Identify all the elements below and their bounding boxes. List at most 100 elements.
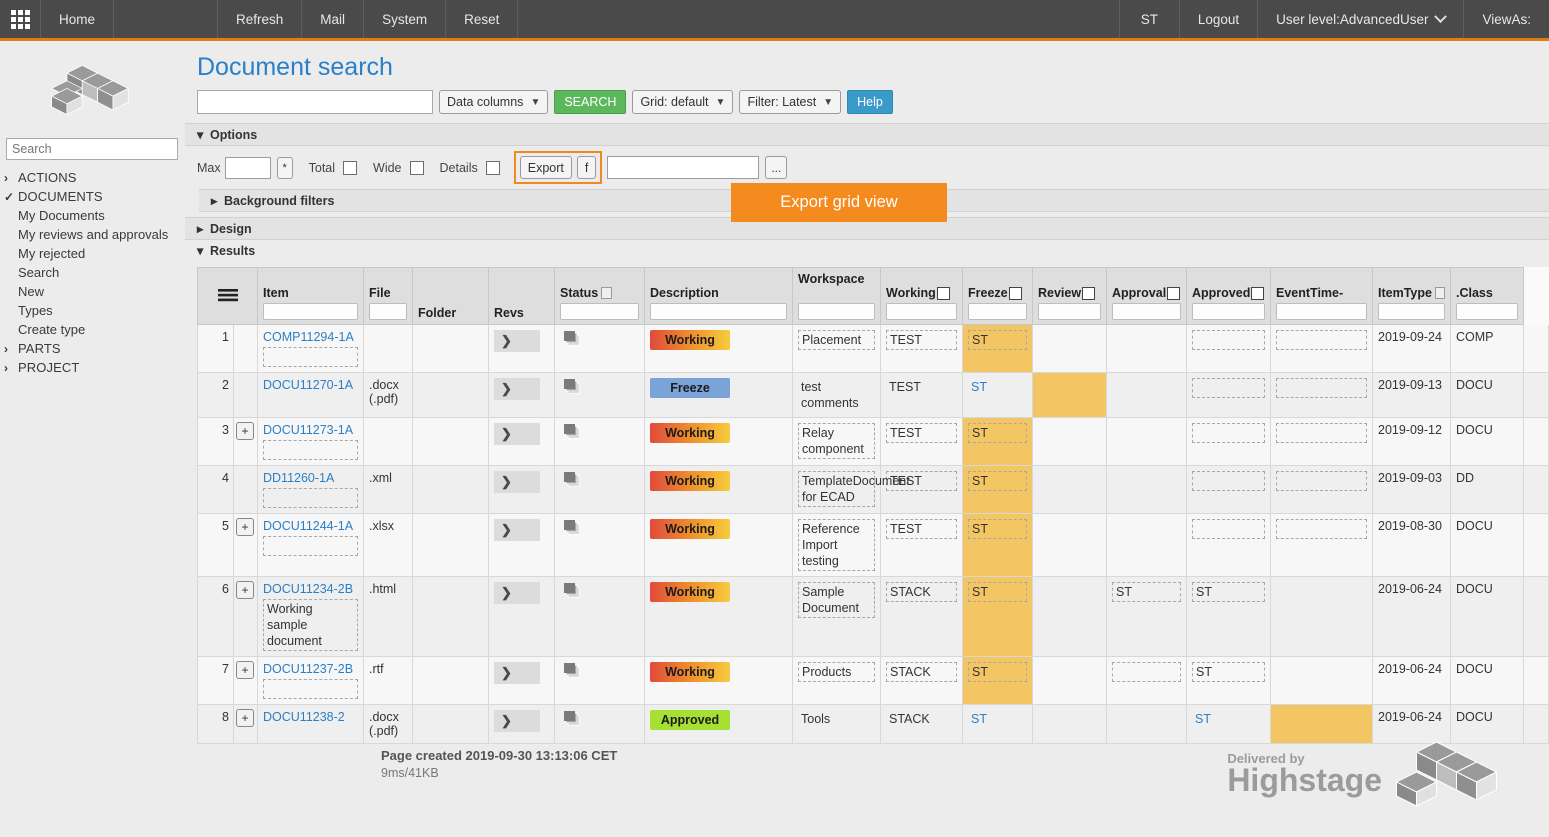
column-filter-itemtype[interactable]	[1378, 303, 1445, 320]
cell-approval[interactable]	[1186, 417, 1271, 466]
cell-revs[interactable]: ❯	[488, 576, 555, 657]
row-expand-cell[interactable]: +	[233, 576, 258, 657]
cell-working[interactable]: ST	[962, 656, 1033, 705]
column-header-working[interactable]: Working	[880, 267, 963, 325]
column-filter-approval[interactable]	[1112, 303, 1181, 320]
expand-row-button[interactable]: +	[236, 518, 254, 536]
cell-freeze[interactable]	[1032, 576, 1107, 657]
user-level-dropdown[interactable]: User level:AdvancedUser	[1258, 0, 1465, 38]
row-expand-cell[interactable]	[233, 372, 258, 418]
apps-grid-icon[interactable]	[0, 0, 41, 38]
item-link[interactable]: DD11260-1A	[263, 471, 358, 485]
revisions-stack-icon[interactable]	[563, 330, 583, 348]
column-filter-freeze[interactable]	[968, 303, 1027, 320]
item-link[interactable]: DOCU11273-1A	[263, 423, 358, 437]
status-expand-icon[interactable]	[601, 287, 613, 299]
approval-checkbox[interactable]	[1167, 286, 1181, 300]
section-options[interactable]: ▾ Options	[185, 123, 1549, 146]
column-filter-workspace[interactable]	[798, 303, 875, 320]
cell-review[interactable]	[1106, 465, 1187, 514]
cell-approved[interactable]	[1270, 576, 1373, 657]
cell-revs-icon[interactable]	[554, 417, 645, 466]
cell-item[interactable]: COMP11294-1A	[257, 324, 364, 373]
cell-file[interactable]	[363, 417, 413, 466]
cell-working[interactable]: ST	[962, 576, 1033, 657]
cell-workspace[interactable]: STACK	[880, 656, 963, 705]
cell-approval[interactable]	[1186, 372, 1271, 418]
nav-home[interactable]: Home	[41, 0, 115, 38]
export-format-button[interactable]: f	[576, 156, 597, 179]
sidebar-item-create-type[interactable]: Create type	[0, 320, 185, 339]
section-results[interactable]: ▾ Results	[185, 240, 1549, 261]
cell-approved[interactable]	[1270, 513, 1373, 577]
cell-item[interactable]: DOCU11237-2B	[257, 656, 364, 705]
cell-description[interactable]: Relay component	[792, 417, 881, 466]
column-header-freeze[interactable]: Freeze	[962, 267, 1033, 325]
cell-working[interactable]: ST	[962, 513, 1033, 577]
cell-review[interactable]	[1106, 513, 1187, 577]
cell-revs[interactable]: ❯	[488, 417, 555, 466]
cell-revs-icon[interactable]	[554, 372, 645, 418]
sidebar-item-search[interactable]: Search	[0, 263, 185, 282]
cell-revs[interactable]: ❯	[488, 324, 555, 373]
user-initials[interactable]: ST	[1120, 0, 1180, 38]
column-header-workspace[interactable]: Workspace	[792, 267, 881, 325]
column-filter-description[interactable]	[650, 303, 787, 320]
cell-file[interactable]: .xlsx	[363, 513, 413, 577]
folder-expand-button[interactable]: ❯	[494, 662, 540, 684]
cell-approval[interactable]: ST	[1186, 656, 1271, 705]
cell-revs[interactable]: ❯	[488, 513, 555, 577]
working-checkbox[interactable]	[936, 286, 950, 300]
cell-approved[interactable]	[1270, 324, 1373, 373]
export-filename-input[interactable]	[607, 156, 760, 179]
folder-expand-button[interactable]: ❯	[494, 582, 540, 604]
max-input[interactable]	[224, 156, 271, 179]
sidebar-item-my-documents[interactable]: My Documents	[0, 206, 185, 225]
folder-expand-button[interactable]: ❯	[494, 378, 540, 400]
column-header-approval[interactable]: Approval	[1106, 267, 1187, 325]
sidebar-item-my-reviews-and-approvals[interactable]: My reviews and approvals	[0, 225, 185, 244]
cell-revs-icon[interactable]	[554, 656, 645, 705]
revisions-stack-icon[interactable]	[563, 519, 583, 537]
column-header-itemtype[interactable]: ItemType	[1372, 267, 1451, 325]
column-filter-approved[interactable]	[1192, 303, 1265, 320]
row-expand-cell[interactable]	[233, 465, 258, 514]
column-header-folder[interactable]: Folder	[412, 267, 489, 325]
column-header-file[interactable]: File	[363, 267, 413, 325]
row-expand-cell[interactable]: +	[233, 656, 258, 705]
cell-approval[interactable]: ST	[1186, 576, 1271, 657]
revisions-stack-icon[interactable]	[563, 471, 583, 489]
cell-workspace[interactable]: STACK	[880, 576, 963, 657]
table-row[interactable]: 4 DD11260-1A .xml ❯ Working TemplateDocument…	[197, 465, 1549, 514]
item-link[interactable]: DOCU11270-1A	[263, 378, 358, 392]
cell-file[interactable]: .html	[363, 576, 413, 657]
folder-expand-button[interactable]: ❯	[494, 423, 540, 445]
cell-approved[interactable]	[1270, 465, 1373, 514]
cell-freeze[interactable]	[1032, 465, 1107, 514]
cell-approved[interactable]	[1270, 656, 1373, 705]
sidebar-group-actions[interactable]: › ACTIONS	[0, 168, 185, 187]
details-checkbox-group[interactable]: Details	[440, 160, 500, 175]
table-row[interactable]: 5 + DOCU11244-1A .xlsx ❯ Working Reference Im…	[197, 513, 1549, 577]
cell-revs[interactable]: ❯	[488, 372, 555, 418]
item-link[interactable]: DOCU11244-1A	[263, 519, 358, 533]
cell-freeze[interactable]	[1032, 417, 1107, 466]
column-filter-working[interactable]	[886, 303, 957, 320]
revisions-stack-icon[interactable]	[563, 378, 583, 396]
column-header-eventtime[interactable]: EventTime-	[1270, 267, 1373, 325]
table-row[interactable]: 3 + DOCU11273-1A ❯ Working Relay component TE…	[197, 417, 1549, 466]
column-header-approved[interactable]: Approved	[1186, 267, 1271, 325]
cell-revs-icon[interactable]	[554, 576, 645, 657]
revisions-stack-icon[interactable]	[563, 423, 583, 441]
column-header-revs[interactable]: Revs	[488, 267, 555, 325]
row-expand-cell[interactable]	[233, 324, 258, 373]
approved-checkbox[interactable]	[1251, 286, 1265, 300]
cell-workspace[interactable]: TEST	[880, 513, 963, 577]
cell-approved[interactable]	[1270, 372, 1373, 418]
sidebar-group-project[interactable]: › PROJECT	[0, 358, 185, 377]
cell-working[interactable]: ST	[962, 417, 1033, 466]
row-expand-cell[interactable]: +	[233, 417, 258, 466]
column-header-status[interactable]: Status	[554, 267, 645, 325]
column-header-item[interactable]: Item	[257, 267, 364, 325]
item-link[interactable]: COMP11294-1A	[263, 330, 358, 344]
